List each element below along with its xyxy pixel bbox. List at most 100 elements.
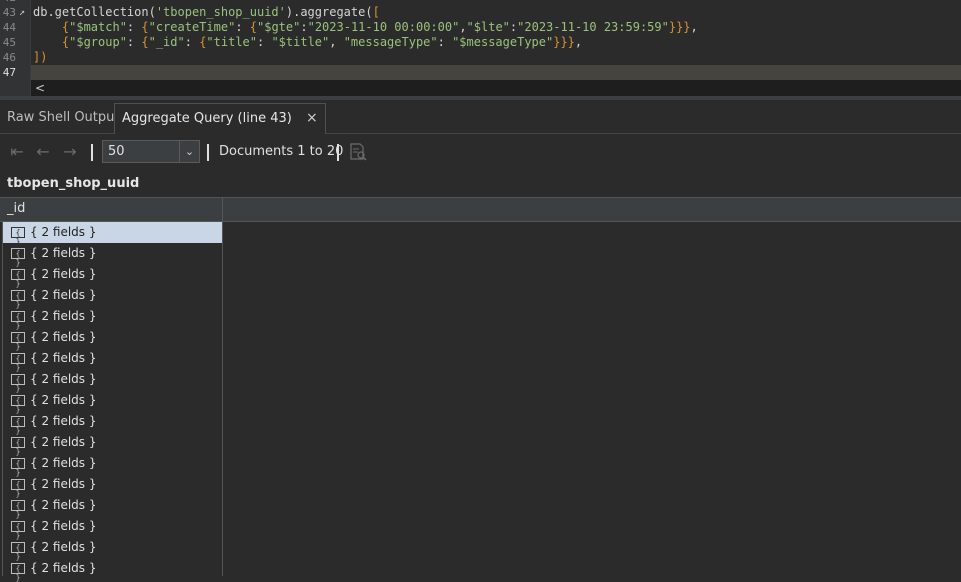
scroll-left-icon[interactable]: <	[35, 80, 45, 96]
object-icon: { }	[11, 479, 25, 498]
tab-label: Raw Shell Output	[7, 110, 120, 125]
code-token: "2023-11-10 23:59:59"	[517, 20, 669, 34]
table-row[interactable]: { } { 2 fields }	[3, 327, 222, 351]
code-token: :	[126, 35, 142, 49]
code-text: db.getCollection('tbopen_shop_uuid').agg…	[33, 5, 380, 20]
query-code-icon[interactable]	[349, 143, 367, 161]
code-line[interactable]: 44 {"$match": {"createTime": {"$gte":"20…	[0, 20, 961, 35]
code-token: "_id"	[148, 35, 185, 49]
next-page-icon[interactable]: →	[60, 142, 80, 162]
tab-raw-shell-output[interactable]: Raw Shell Output	[0, 103, 126, 132]
table-row[interactable]: { } { 2 fields }	[3, 285, 222, 309]
table-row[interactable]: { } { 2 fields }	[3, 474, 222, 498]
code-line[interactable]: 43 ↗ db.getCollection('tbopen_shop_uuid').…	[0, 5, 961, 20]
toolbar-separator	[91, 144, 93, 161]
table-row[interactable]: { } { 2 fields }	[3, 432, 222, 456]
code-token: "$lte"	[466, 20, 510, 34]
code-token: {	[141, 20, 149, 34]
table-row[interactable]: { } { 2 fields }	[3, 369, 222, 393]
cell-value: { 2 fields }	[30, 414, 97, 428]
horizontal-scrollbar[interactable]: <	[31, 80, 961, 96]
code-token: "2023-11-10 00:00:00"	[307, 20, 460, 34]
code-token: 'tbopen_shop_uuid'	[155, 5, 286, 19]
chevron-down-icon[interactable]: ⌄	[179, 141, 199, 162]
cell-value: { 2 fields }	[30, 288, 97, 302]
cell-value: { 2 fields }	[30, 372, 97, 386]
object-icon: { }	[11, 311, 25, 330]
code-line[interactable]: 45 {"$group": {"_id": {"title": "$title"…	[0, 35, 961, 50]
code-token: ,	[574, 35, 583, 49]
code-token: ).aggregate(	[285, 5, 373, 19]
code-token: :	[126, 20, 142, 34]
code-token: "createTime"	[148, 20, 236, 34]
table-row[interactable]: { } { 2 fields }	[3, 243, 222, 267]
previous-page-icon[interactable]: ←	[33, 142, 53, 162]
fold-marker-icon[interactable]: ↗	[19, 5, 25, 20]
cell-value: { 2 fields }	[30, 351, 97, 365]
code-token: }}}	[553, 35, 575, 49]
object-icon: { }	[11, 290, 25, 309]
object-icon: { }	[11, 500, 25, 519]
code-token: :	[235, 20, 250, 34]
tab-label: Aggregate Query (line 43)	[122, 111, 292, 126]
column-header-id[interactable]: _id	[0, 198, 223, 221]
code-text: {"$group": {"_id": {"title": "$title", "…	[33, 35, 582, 50]
cell-value: { 2 fields }	[30, 456, 97, 470]
code-token: {	[33, 20, 70, 34]
object-icon: { }	[11, 332, 25, 351]
code-line[interactable]: 47	[0, 65, 961, 80]
table-row[interactable]: { } { 2 fields }	[3, 348, 222, 372]
table-row[interactable]: { } { 2 fields }	[3, 264, 222, 288]
table-row[interactable]: { } { 2 fields }	[3, 411, 222, 435]
cell-value: { 2 fields }	[30, 561, 97, 575]
code-editor[interactable]: 4243↗db.getCollection('tbopen_shop_uuid'…	[0, 0, 961, 96]
code-token: db.getCollection(	[33, 5, 156, 19]
results-grid: { } { 2 fields } { } { 2 fields } { } { 2 fie…	[0, 222, 961, 582]
table-row[interactable]: { } { 2 fields }	[3, 516, 222, 540]
page-size-select[interactable]: 50 ⌄	[102, 140, 200, 163]
line-number: 44	[2, 21, 16, 34]
code-token: {	[33, 35, 70, 49]
table-row[interactable]: { } { 2 fields }	[3, 537, 222, 561]
grid-header: _id	[0, 197, 961, 222]
table-row[interactable]: { } { 2 fields }	[3, 453, 222, 477]
collection-name: tbopen_shop_uuid	[7, 176, 140, 191]
toolbar-separator	[207, 144, 209, 161]
page-size-value: 50	[108, 144, 125, 159]
object-icon: { }	[11, 416, 25, 435]
cell-value: { 2 fields }	[30, 267, 97, 281]
code-token: ,	[459, 20, 467, 34]
object-icon: { }	[11, 227, 25, 246]
object-icon: { }	[11, 353, 25, 372]
table-row[interactable]: { } { 2 fields }	[3, 390, 222, 414]
table-row[interactable]: { } { 2 fields }	[3, 222, 222, 246]
code-token: {	[249, 20, 257, 34]
object-icon: { }	[11, 521, 25, 540]
result-tabs: Raw Shell Output Aggregate Query (line 4…	[0, 100, 961, 134]
code-token: "$match"	[69, 20, 127, 34]
code-line[interactable]: 46])	[0, 50, 961, 65]
close-icon[interactable]: ×	[306, 104, 318, 133]
tab-aggregate-query[interactable]: Aggregate Query (line 43) ×	[114, 103, 326, 134]
table-row[interactable]: { } { 2 fields }	[3, 495, 222, 519]
code-token: ,	[329, 35, 344, 49]
object-icon: { }	[11, 248, 25, 267]
code-text: {"$match": {"createTime": {"$gte":"2023-…	[33, 20, 698, 35]
first-page-icon[interactable]: ⇤	[7, 142, 27, 162]
code-token: "$group"	[69, 35, 127, 49]
code-token: :	[437, 35, 453, 49]
code-token: "title"	[206, 35, 257, 49]
object-icon: { }	[11, 374, 25, 393]
code-token: "messageType"	[343, 35, 438, 49]
table-row[interactable]: { } { 2 fields }	[3, 306, 222, 330]
code-token: "$messageType"	[452, 35, 554, 49]
code-token: ,	[690, 20, 698, 34]
results-toolbar: ⇤ ← → 50 ⌄ Documents 1 to 20	[0, 136, 961, 168]
cell-value: { 2 fields }	[30, 519, 97, 533]
code-token: "$title"	[271, 35, 330, 49]
cell-value: { 2 fields }	[30, 330, 97, 344]
object-icon: { }	[11, 458, 25, 477]
code-token: :	[300, 20, 308, 34]
object-icon: { }	[11, 269, 25, 288]
cell-value: { 2 fields }	[30, 477, 97, 491]
